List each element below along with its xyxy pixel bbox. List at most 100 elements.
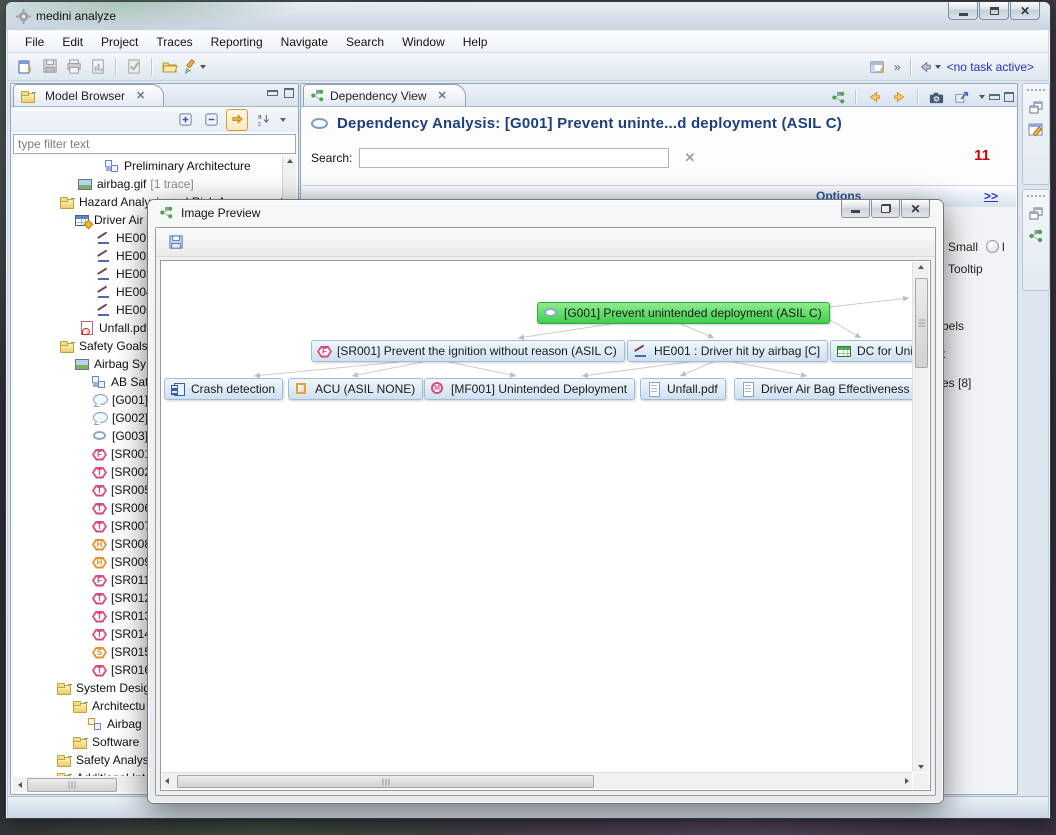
- back-arrow-icon: [917, 58, 933, 76]
- folder-icon: [56, 753, 72, 767]
- goal-bubble-icon: [92, 411, 108, 425]
- dialog-title-bar[interactable]: Image Preview: [159, 205, 260, 220]
- report-button[interactable]: [86, 56, 110, 78]
- graph-node-label: Crash detection: [191, 382, 275, 396]
- toolbar-overflow-chevron[interactable]: »: [890, 60, 905, 74]
- hazard-icon: [633, 344, 649, 358]
- link-with-editor-button[interactable]: [226, 109, 248, 131]
- menu-traces[interactable]: Traces: [147, 33, 201, 51]
- image-icon: [77, 177, 93, 191]
- hex-t-icon: [92, 611, 107, 623]
- tree-item-preliminary-architecture[interactable]: Preliminary Architecture: [13, 157, 296, 175]
- nav-back-icon: [866, 89, 882, 105]
- view-maximize-button[interactable]: [1004, 92, 1014, 102]
- close-icon: ✕: [1020, 5, 1030, 17]
- close-button[interactable]: ✕: [1010, 2, 1040, 20]
- model-browser-icon: [20, 89, 36, 103]
- radio-icon[interactable]: [986, 240, 999, 253]
- clear-search-icon[interactable]: ✕: [684, 150, 695, 166]
- menu-file[interactable]: File: [16, 33, 53, 51]
- dependency-graph-icon: [310, 88, 325, 103]
- history-back-button[interactable]: [863, 86, 885, 108]
- scrollbar-thumb[interactable]: [27, 778, 117, 792]
- expand-all-button[interactable]: [174, 109, 196, 131]
- tree-item-label: Preliminary Architecture: [124, 159, 251, 173]
- preview-horizontal-scrollbar[interactable]: [162, 772, 912, 789]
- graph-node-label: Driver Air Bag Effectiveness b: [761, 382, 912, 396]
- open-perspective-button[interactable]: [866, 56, 890, 78]
- options-expand-link[interactable]: >>: [984, 189, 998, 203]
- filter-input[interactable]: [13, 134, 296, 154]
- menu-edit[interactable]: Edit: [53, 33, 92, 51]
- menu-window[interactable]: Window: [393, 33, 454, 51]
- sync-icon: [230, 112, 245, 127]
- view-menu-icon[interactable]: [280, 118, 286, 122]
- new-button[interactable]: [14, 56, 38, 78]
- search-input[interactable]: [359, 148, 669, 168]
- tree-item-label: Additional Int: [76, 771, 145, 776]
- menu-reporting[interactable]: Reporting: [202, 33, 272, 51]
- restore-views-button[interactable]: [1026, 203, 1046, 223]
- print-icon: [66, 58, 83, 75]
- minimized-editor-button[interactable]: [1026, 120, 1046, 140]
- diagram-dec-icon: [87, 717, 103, 731]
- hex-t-icon: [92, 521, 107, 533]
- snapshot-button[interactable]: [925, 86, 947, 108]
- dependency-analysis-button[interactable]: [827, 86, 849, 108]
- view-maximize-button[interactable]: [284, 88, 294, 98]
- task-back-button[interactable]: [917, 56, 941, 78]
- menu-project[interactable]: Project: [92, 33, 147, 51]
- tree-item-airbag-gif[interactable]: airbag.gif [1 trace]: [13, 175, 296, 193]
- scrollbar-thumb[interactable]: [915, 278, 928, 368]
- view-minimize-button[interactable]: [267, 90, 278, 96]
- title-bar[interactable]: medini analyze ✕: [6, 2, 1050, 30]
- graph-node-dc: DC for Unin: [830, 340, 912, 362]
- export-button[interactable]: [951, 86, 973, 108]
- view-menu-icon[interactable]: [979, 95, 985, 99]
- menu-search[interactable]: Search: [337, 33, 393, 51]
- dialog-close-button[interactable]: ✕: [901, 200, 930, 218]
- report-icon: [90, 58, 107, 75]
- menu-navigate[interactable]: Navigate: [272, 33, 337, 51]
- toolbar-separator: [151, 58, 153, 76]
- save-image-button[interactable]: [164, 231, 188, 253]
- option-size-small: Smalll: [948, 240, 1005, 254]
- close-icon[interactable]: ✕: [136, 89, 145, 102]
- dialog-minimize-button[interactable]: [841, 200, 870, 218]
- menu-help[interactable]: Help: [454, 33, 497, 51]
- tab-dependency-view[interactable]: Dependency View ✕: [303, 84, 466, 106]
- maximize-button[interactable]: [979, 2, 1009, 20]
- image-preview-area: [G001] Prevent unintended deployment (AS…: [160, 260, 931, 791]
- document-icon: [646, 382, 662, 396]
- dialog-maximize-button[interactable]: [871, 200, 900, 218]
- open-button[interactable]: [158, 56, 182, 78]
- tab-label: Dependency View: [330, 89, 427, 103]
- scrollbar-thumb[interactable]: [177, 775, 594, 788]
- history-forward-button[interactable]: [889, 86, 911, 108]
- sort-alphabetical-button[interactable]: [252, 109, 274, 131]
- save-button[interactable]: [38, 56, 62, 78]
- folder-icon: [72, 699, 88, 713]
- trace-brush-button[interactable]: [182, 56, 206, 78]
- dependency-heading: Dependency Analysis: [G001] Prevent unin…: [337, 115, 842, 132]
- print-button[interactable]: [62, 56, 86, 78]
- graph-node-mf001: [MF001] Unintended Deployment: [424, 378, 635, 400]
- dialog-toolbar: [156, 228, 935, 257]
- minimize-button[interactable]: [948, 2, 978, 20]
- drag-handle[interactable]: [1027, 87, 1045, 94]
- preview-vertical-scrollbar[interactable]: [912, 262, 929, 772]
- close-icon[interactable]: ✕: [438, 89, 447, 102]
- dependency-graph-icon: [831, 90, 846, 105]
- minimized-dependency-view-button[interactable]: [1026, 226, 1046, 246]
- view-minimize-button[interactable]: [989, 94, 1000, 100]
- validate-button[interactable]: [122, 56, 146, 78]
- check-icon: [126, 58, 143, 75]
- restore-views-button[interactable]: [1026, 97, 1046, 117]
- collapse-all-button[interactable]: [200, 109, 222, 131]
- expand-all-icon: [178, 112, 193, 127]
- hex-f-icon: [92, 449, 107, 461]
- drag-handle[interactable]: [1027, 193, 1045, 200]
- tree-item-label: Airbag: [107, 717, 142, 731]
- scrollbar-corner: [913, 773, 929, 789]
- tab-model-browser[interactable]: Model Browser ✕: [13, 84, 164, 106]
